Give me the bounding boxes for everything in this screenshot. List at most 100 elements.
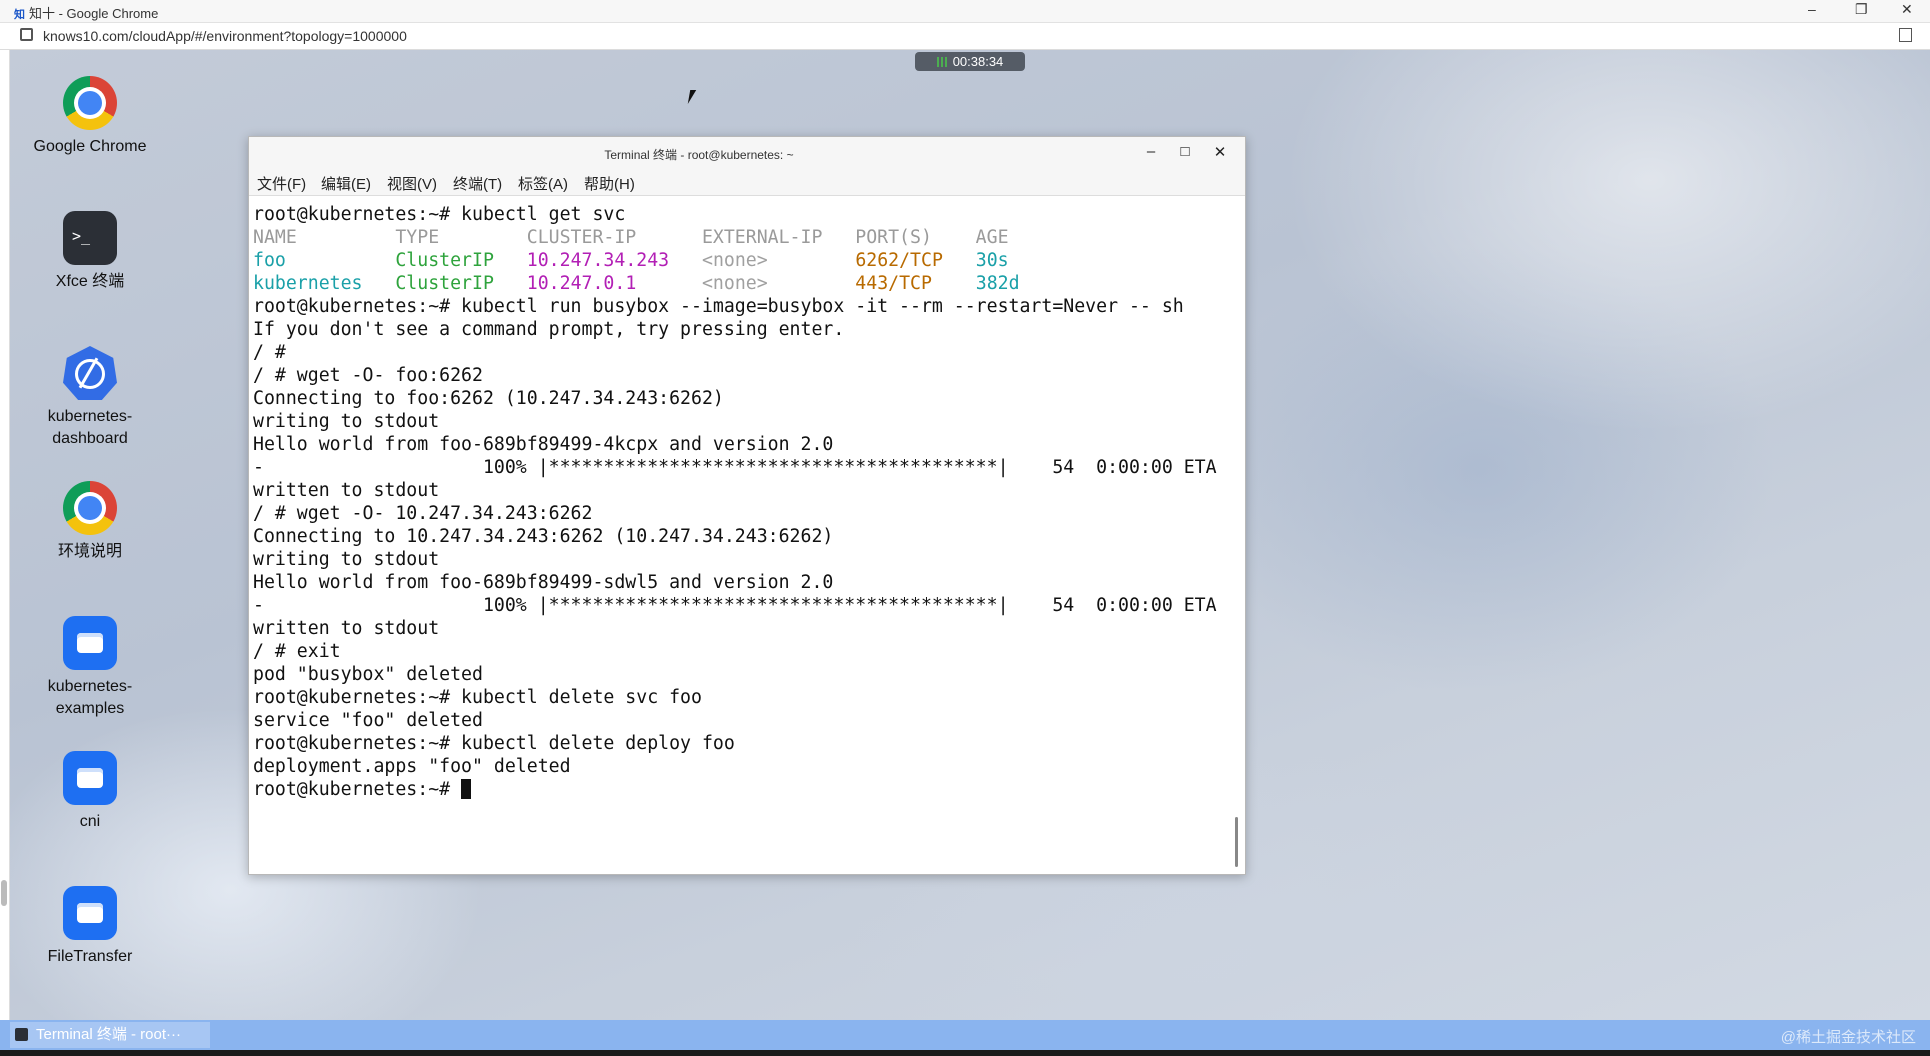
terminal-line: / # wget -O- 10.247.34.243:6262 <box>253 503 593 524</box>
terminal-line: root@kubernetes:~# kubectl delete svc fo… <box>253 687 702 708</box>
svc-cluster-ip: 10.247.0.1 <box>526 273 637 294</box>
site-favicon-icon: 知 <box>14 9 25 21</box>
terminal-line: - 100% |********************************… <box>253 595 1217 616</box>
desktop-icon-label: 环境说明 <box>57 543 122 560</box>
svc-ports: 6262/TCP <box>855 250 943 271</box>
desktop-icon-filetransfer[interactable]: FileTransfer <box>20 886 160 968</box>
terminal-line: written to stdout <box>253 618 440 639</box>
side-panel-strip <box>0 50 10 1020</box>
page-action-icon[interactable] <box>1899 28 1912 42</box>
desktop-icon-cni[interactable]: cni <box>20 751 160 833</box>
terminal-line: / # wget -O- foo:6262 <box>253 365 483 386</box>
desktop-icon-xfce-terminal[interactable]: >_ Xfce 终端 <box>20 211 160 293</box>
browser-title: 知知十 - Google Chrome <box>14 3 158 22</box>
svc-external-ip: <none> <box>702 250 768 271</box>
svc-ports: 443/TCP <box>855 273 932 294</box>
svc-table-row: kubernetes ClusterIP 10.247.0.1 <none> 4… <box>253 272 1228 295</box>
svc-age: 30s <box>975 250 1009 271</box>
menu-terminal[interactable]: 终端(T) <box>453 173 502 194</box>
menu-help[interactable]: 帮助(H) <box>584 173 635 194</box>
folder-icon <box>63 886 117 940</box>
terminal-line: deployment.apps "foo" deleted <box>253 756 571 777</box>
desktop-icon-kubernetes-dashboard[interactable]: kubernetes- dashboard <box>20 346 160 450</box>
taskbar-item-terminal[interactable]: Terminal 终端 - root··· <box>10 1022 210 1048</box>
close-window-button[interactable]: ✕ <box>1901 1 1913 18</box>
svc-age: 382d <box>975 273 1020 294</box>
terminal-line: written to stdout <box>253 480 440 501</box>
terminal-icon: >_ <box>63 211 117 265</box>
terminal-menubar: 文件(F) 编辑(E) 视图(V) 终端(T) 标签(A) 帮助(H) <box>249 169 1245 196</box>
terminal-icon <box>15 1028 28 1041</box>
terminal-titlebar[interactable]: Terminal 终端 - root@kubernetes: ~ – □ ✕ <box>249 137 1245 169</box>
terminal-line: Hello world from foo-689bf89499-4kcpx an… <box>253 434 834 455</box>
svc-external-ip: <none> <box>701 273 768 294</box>
svc-name: kubernetes <box>253 273 363 294</box>
taskbar-item-label: Terminal 终端 - root··· <box>36 1026 182 1043</box>
terminal-line: / # exit <box>253 641 341 662</box>
menu-file[interactable]: 文件(F) <box>257 173 306 194</box>
terminal-line: / # <box>253 342 286 363</box>
desktop-icon-label: Google Chrome <box>33 138 147 155</box>
terminal-line: root@kubernetes:~# kubectl delete deploy… <box>253 733 735 754</box>
shell-prompt: root@kubernetes:~# <box>253 779 462 800</box>
browser-titlebar: 知知十 - Google Chrome – ❐ ✕ <box>0 0 1930 23</box>
terminal-prompt-line[interactable]: root@kubernetes:~# <box>253 778 1228 801</box>
text-cursor <box>461 779 472 799</box>
terminal-line: writing to stdout <box>253 411 440 432</box>
menu-view[interactable]: 视图(V) <box>387 173 437 194</box>
svc-table-row: foo ClusterIP 10.247.34.243 <none> 6262/… <box>253 249 1228 272</box>
side-panel-grip[interactable] <box>1 880 7 906</box>
terminal-minimize-button[interactable]: – <box>1142 143 1160 160</box>
taskbar: Terminal 终端 - root··· @稀土掘金技术社区 <box>0 1020 1930 1050</box>
address-bar[interactable]: knows10.com/cloudApp/#/environment?topol… <box>0 23 1930 50</box>
watermark: @稀土掘金技术社区 <box>1780 1029 1916 1046</box>
terminal-output[interactable]: root@kubernetes:~# kubectl get svc NAME T… <box>253 203 1228 867</box>
desktop-icon-label: Xfce 终端 <box>55 273 125 290</box>
desktop-icon-kubernetes-examples[interactable]: kubernetes- examples <box>20 616 160 720</box>
terminal-title: Terminal 终端 - root@kubernetes: ~ <box>604 148 794 162</box>
menu-tabs[interactable]: 标签(A) <box>518 173 568 194</box>
terminal-maximize-button[interactable]: □ <box>1176 143 1194 160</box>
terminal-window[interactable]: Terminal 终端 - root@kubernetes: ~ – □ ✕ 文… <box>248 136 1246 875</box>
url-text[interactable]: knows10.com/cloudApp/#/environment?topol… <box>43 28 407 44</box>
svc-cluster-ip: 10.247.34.243 <box>526 250 670 271</box>
terminal-line: root@kubernetes:~# kubectl run busybox -… <box>253 296 1184 317</box>
kubernetes-icon <box>63 346 117 400</box>
minimize-window-button[interactable]: – <box>1808 1 1816 17</box>
chrome-icon <box>63 481 117 535</box>
terminal-scrollbar[interactable] <box>1235 817 1238 867</box>
menu-edit[interactable]: 编辑(E) <box>321 173 371 194</box>
terminal-line: If you don't see a command prompt, try p… <box>253 319 845 340</box>
svc-name: foo <box>253 250 286 271</box>
terminal-line: Connecting to 10.247.34.243:6262 (10.247… <box>253 526 834 547</box>
terminal-line: service "foo" deleted <box>253 710 483 731</box>
folder-icon <box>63 616 117 670</box>
restore-window-button[interactable]: ❐ <box>1855 1 1868 18</box>
lock-icon <box>20 28 33 41</box>
chrome-icon <box>63 76 117 130</box>
desktop-icon-label: kubernetes- examples <box>47 678 133 717</box>
terminal-close-button[interactable]: ✕ <box>1211 143 1229 161</box>
terminal-line: writing to stdout <box>253 549 440 570</box>
timer-text: 00:38:34 <box>952 54 1004 69</box>
terminal-line: pod "busybox" deleted <box>253 664 483 685</box>
svc-type: ClusterIP <box>395 250 494 271</box>
folder-icon <box>63 751 117 805</box>
terminal-line: root@kubernetes:~# kubectl get svc <box>253 204 626 225</box>
desktop-icon-google-chrome[interactable]: Google Chrome <box>20 76 160 158</box>
desktop-icon-label: cni <box>79 813 101 830</box>
desktop-icon-environment-info[interactable]: 环境说明 <box>20 481 160 563</box>
desktop-icon-label: kubernetes- dashboard <box>47 408 133 447</box>
terminal-line: Hello world from foo-689bf89499-sdwl5 an… <box>253 572 834 593</box>
signal-icon <box>936 57 949 67</box>
svc-table-header: NAME TYPE CLUSTER-IP EXTERNAL-IP PORT(S)… <box>253 227 1009 248</box>
